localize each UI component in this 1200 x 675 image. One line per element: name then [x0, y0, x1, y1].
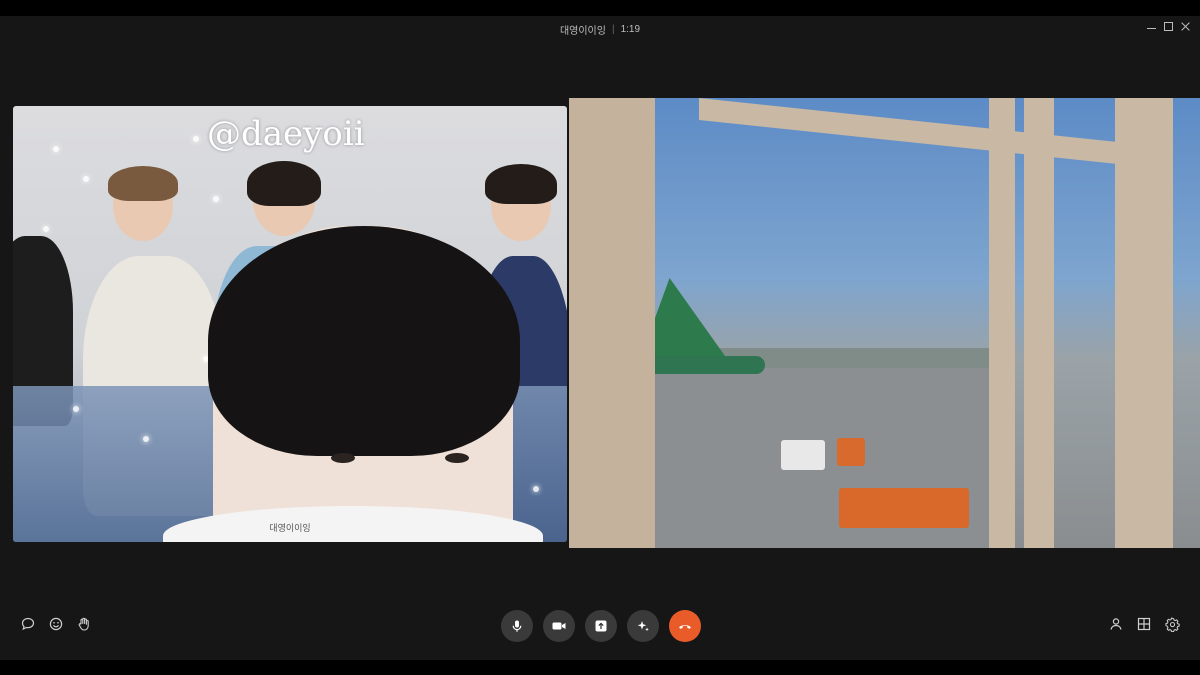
settings-gear-icon[interactable] [1164, 616, 1180, 632]
tow-tractor [839, 488, 969, 528]
screen-share-icon [595, 620, 607, 632]
hang-up-button[interactable] [669, 610, 701, 642]
window-pillar [1024, 98, 1054, 548]
participant-eye [445, 453, 469, 463]
participant-name-label: 대영이이잉 [269, 523, 311, 533]
microphone-icon [512, 620, 522, 632]
service-vehicle [781, 440, 825, 470]
background-hair [247, 161, 321, 206]
call-title: 대영이이잉 [559, 25, 606, 37]
call-duration: 1:19 [620, 23, 641, 35]
video-tile-participant-1[interactable]: @daeyoii 대영이이잉 [13, 106, 567, 542]
sparkle [213, 196, 219, 202]
video-camera-icon [552, 622, 566, 630]
camera-button[interactable] [543, 610, 575, 642]
effects-button[interactable] [627, 610, 659, 642]
sparkle [73, 406, 79, 412]
maximize-icon[interactable] [1164, 22, 1173, 31]
airplane-body [655, 356, 765, 374]
effects-icon [637, 621, 649, 632]
sparkle [533, 486, 539, 492]
sparkle [43, 226, 49, 232]
title-separator: | [611, 23, 615, 35]
sparkle [83, 176, 89, 182]
window-pillar [569, 98, 655, 548]
microphone-button[interactable] [501, 610, 533, 642]
window-controls [1147, 22, 1190, 31]
layout-grid-icon[interactable] [1136, 616, 1152, 632]
window-beam [699, 98, 1139, 167]
toolbar-right-group [1108, 616, 1180, 632]
participant-eye [331, 453, 355, 463]
call-window: 대영이이잉 | 1:19 @daeyoii 대영이이잉 [0, 16, 1200, 660]
sparkle [193, 136, 199, 142]
person-icon[interactable] [1108, 616, 1124, 632]
service-vehicle [837, 438, 865, 466]
sparkle [53, 146, 59, 152]
emoji-icon[interactable] [48, 616, 64, 632]
close-icon[interactable] [1181, 22, 1190, 31]
sparkle [143, 436, 149, 442]
window-pillar [1115, 98, 1173, 548]
airplane-tail [640, 278, 756, 358]
share-screen-button[interactable] [585, 610, 617, 642]
minimize-icon[interactable] [1147, 22, 1156, 31]
toolbar-left-group [20, 616, 92, 632]
background-hair [108, 166, 178, 201]
window-pillar [989, 98, 1015, 548]
title-bar: 대영이이잉 | 1:19 [0, 16, 1200, 42]
participant-hair [208, 226, 520, 456]
watermark-text: @daeyoii [207, 114, 365, 154]
video-tile-participant-2[interactable] [569, 98, 1200, 548]
call-toolbar [0, 608, 1200, 644]
raise-hand-icon[interactable] [76, 616, 92, 632]
background-hair [485, 164, 557, 204]
chat-icon[interactable] [20, 616, 36, 632]
hang-up-icon [679, 625, 691, 629]
toolbar-center-group [501, 610, 701, 642]
